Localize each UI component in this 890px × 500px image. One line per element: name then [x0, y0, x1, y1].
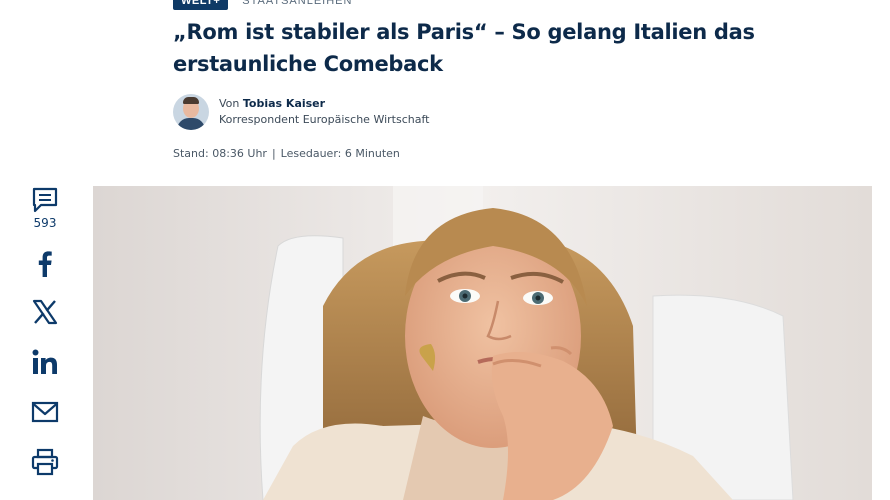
- print-icon: [31, 448, 59, 476]
- share-linkedin-button[interactable]: [20, 348, 70, 376]
- comments-count: 593: [33, 216, 57, 230]
- comment-icon: [32, 187, 58, 213]
- article-headline: „Rom ist stabiler als Paris“ – So gelang…: [173, 20, 755, 76]
- author-role: Korrespondent Europäische Wirtschaft: [219, 113, 430, 126]
- publish-time: Stand: 08:36 Uhr: [173, 147, 267, 160]
- share-facebook-button[interactable]: [20, 248, 70, 278]
- author-name[interactable]: Tobias Kaiser: [243, 97, 325, 110]
- facebook-icon: [38, 251, 52, 277]
- share-mail-button[interactable]: [20, 400, 70, 424]
- comments-button[interactable]: 593: [20, 186, 70, 230]
- article-meta: Stand: 08:36 Uhr | Lesedauer: 6 Minuten: [173, 147, 400, 160]
- author-prefix: Von: [219, 97, 240, 110]
- hero-image[interactable]: [93, 186, 872, 500]
- kicker-row: WELT+ STAATSANLEIHEN: [173, 0, 352, 10]
- author-avatar[interactable]: [173, 94, 209, 130]
- portrait-photo: [93, 186, 872, 500]
- author-block: Von Tobias Kaiser Korrespondent Europäis…: [173, 94, 429, 130]
- share-bar: 593: [20, 186, 70, 476]
- kicker-label[interactable]: STAATSANLEIHEN: [242, 0, 352, 8]
- author-text: Von Tobias Kaiser Korrespondent Europäis…: [219, 96, 429, 128]
- meta-separator: |: [271, 147, 276, 160]
- share-x-button[interactable]: [20, 298, 70, 326]
- reading-time: Lesedauer: 6 Minuten: [280, 147, 400, 160]
- linkedin-icon: [32, 349, 57, 374]
- x-icon: [32, 299, 58, 325]
- premium-badge[interactable]: WELT+: [173, 0, 229, 10]
- print-button[interactable]: [20, 448, 70, 476]
- mail-icon: [31, 401, 59, 423]
